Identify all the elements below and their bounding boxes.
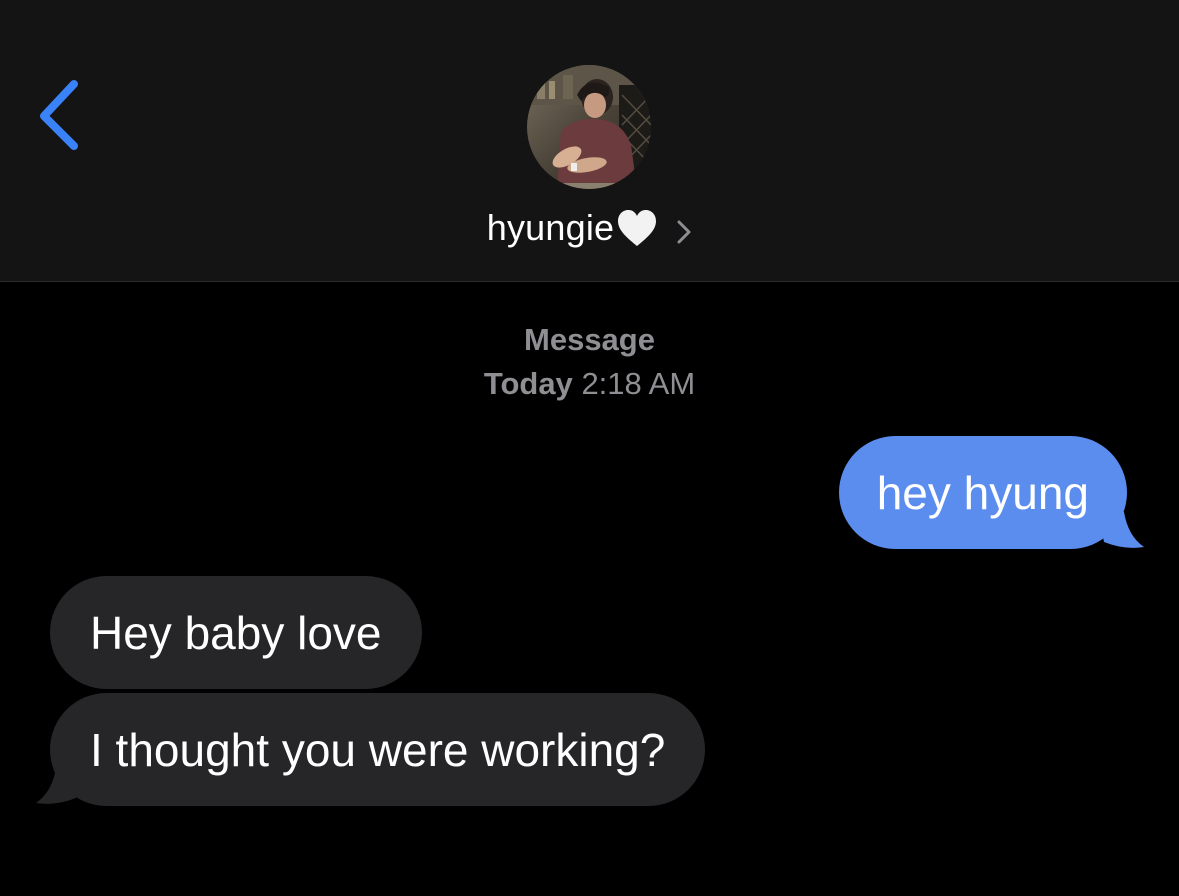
back-button[interactable]: [30, 72, 90, 162]
conversation-header: hyungie: [0, 0, 1179, 282]
contact-name-row[interactable]: hyungie: [0, 198, 1179, 258]
service-label: Message: [524, 322, 655, 357]
contact-name: hyungie: [486, 207, 615, 248]
time-label: 2:18 AM: [581, 366, 696, 401]
sent-bubble-tail: [1098, 512, 1144, 548]
white-heart-icon: [618, 210, 657, 246]
conversation-timestamp: Message Today 2:18 AM: [0, 318, 1179, 406]
avatar-photo: [527, 65, 651, 189]
message-bubble-sent[interactable]: hey hyung: [838, 436, 1127, 549]
contact-avatar[interactable]: [527, 65, 651, 189]
received-bubble-tail: [36, 768, 82, 804]
messages-screen: hyungie Message Today 2:18 AM hey hyung …: [0, 0, 1179, 896]
chevron-left-icon: [40, 80, 78, 150]
message-text: I thought you were working?: [90, 723, 666, 776]
chevron-right-icon: [677, 220, 691, 244]
message-bubble-received[interactable]: Hey baby love: [50, 576, 422, 689]
message-text: Hey baby love: [90, 606, 382, 659]
date-label: Today: [483, 366, 573, 401]
message-text: hey hyung: [876, 466, 1089, 519]
message-bubble-received[interactable]: I thought you were working?: [50, 693, 706, 806]
